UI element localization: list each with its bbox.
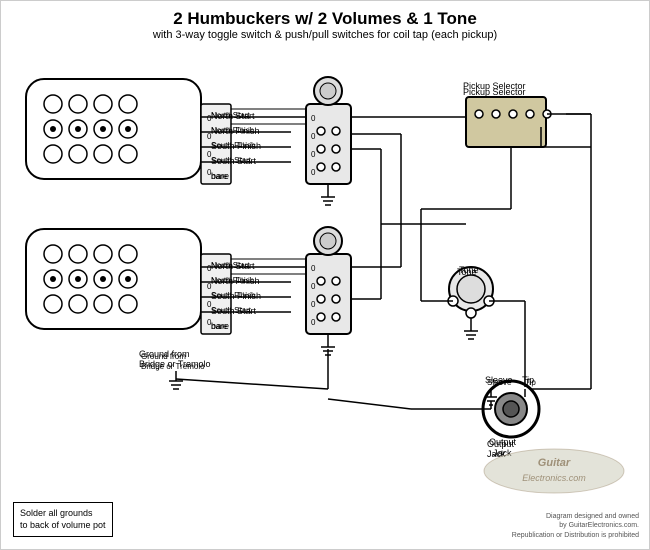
label-bare-bot: bare (211, 321, 229, 331)
label-tip: Tip (522, 375, 534, 385)
copyright-line2: by GuitarElectronics.com. (512, 521, 639, 531)
svg-text:Guitar: Guitar (538, 457, 571, 469)
svg-text:0: 0 (311, 114, 316, 123)
label-sleeve: Sleeve (485, 375, 513, 385)
label-north-finish-top: North Finish (211, 126, 260, 136)
main-container: 2 Humbuckers w/ 2 Volumes & 1 Tone with … (0, 0, 650, 550)
svg-text:0: 0 (311, 300, 316, 309)
main-title: 2 Humbuckers w/ 2 Volumes & 1 Tone (1, 9, 649, 29)
label-pickup-selector: Pickup Selector (463, 87, 526, 97)
label-south-start-top: South Start (211, 156, 256, 166)
copyright-line1: Diagram designed and owned (512, 512, 639, 522)
svg-text:0: 0 (311, 150, 316, 159)
title-area: 2 Humbuckers w/ 2 Volumes & 1 Tone with … (1, 1, 649, 41)
copyright: Diagram designed and owned by GuitarElec… (512, 512, 639, 541)
label-ground-bridge: Ground fromBridge or Tremolo (139, 349, 211, 369)
svg-text:0: 0 (311, 282, 316, 291)
svg-text:0: 0 (311, 264, 316, 273)
label-north-start-bot: North Start (211, 261, 255, 271)
label-bare-top: bare (211, 171, 229, 181)
svg-text:Electronics.com: Electronics.com (522, 473, 586, 483)
note-text: Solder all groundsto back of volume pot (20, 508, 106, 531)
label-south-finish-bot: South Finish (211, 291, 261, 301)
label-south-start-bot: South Start (211, 306, 256, 316)
wiring-diagram: 0 0 0 0 North Start North Finish South F… (1, 49, 650, 509)
label-south-finish-top: South Finish (211, 141, 261, 151)
label-north-finish-bot: North Finish (211, 276, 260, 286)
label-north-start-top: North Start (211, 111, 255, 121)
svg-text:0: 0 (311, 318, 316, 327)
diagram-area: 0 0 0 0 North Start North Finish South F… (1, 49, 650, 509)
watermark: Guitar Electronics.com (479, 446, 629, 499)
note-box: Solder all groundsto back of volume pot (13, 502, 113, 537)
label-tone: Tone (457, 267, 477, 277)
svg-text:0: 0 (311, 132, 316, 141)
copyright-line3: Republication or Distribution is prohibi… (512, 531, 639, 541)
svg-text:0: 0 (311, 168, 316, 177)
subtitle: with 3-way toggle switch & push/pull swi… (1, 29, 649, 41)
